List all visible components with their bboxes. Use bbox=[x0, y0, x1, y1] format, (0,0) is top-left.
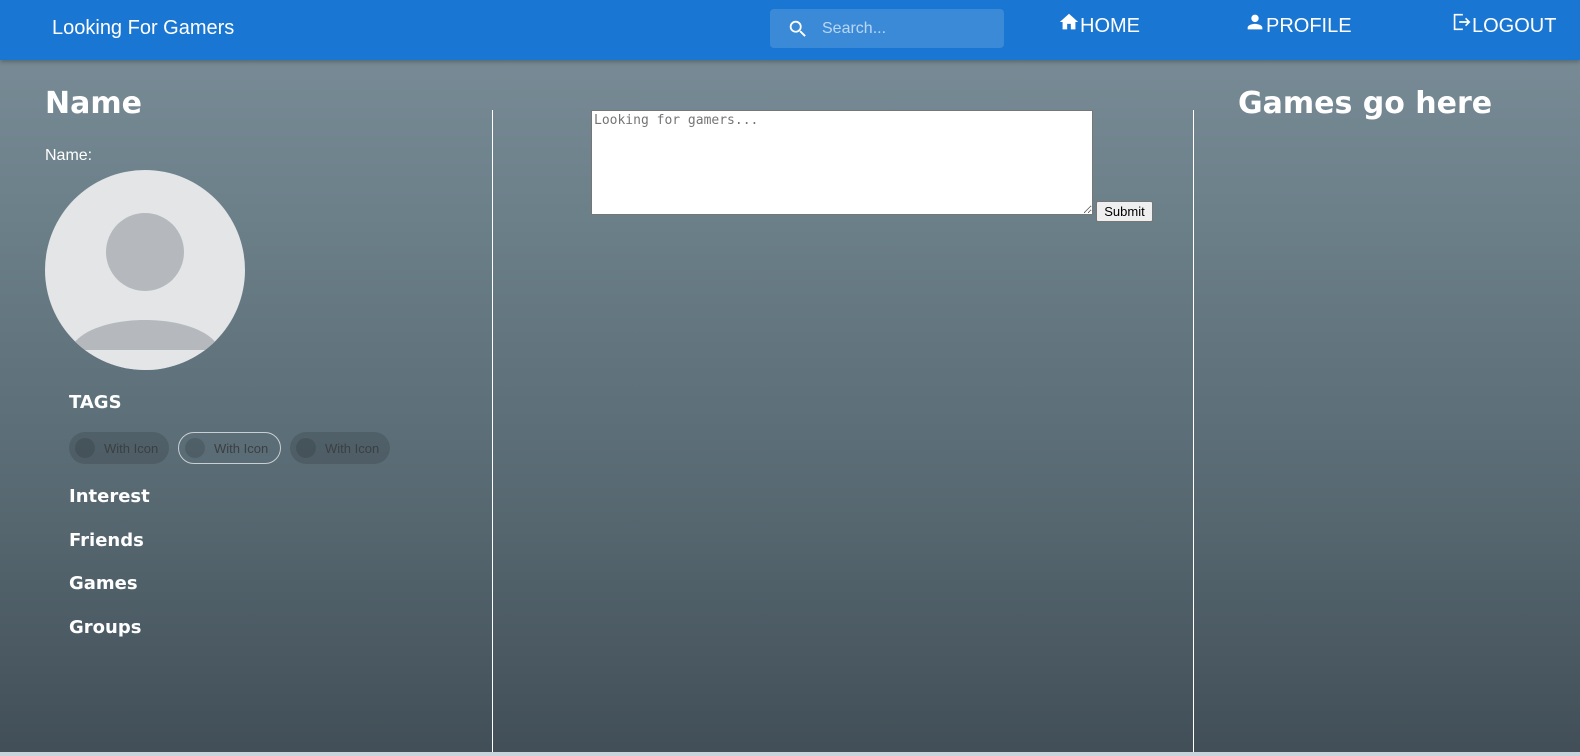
search-input[interactable] bbox=[820, 18, 1004, 39]
tag-chip[interactable]: With Icon bbox=[178, 432, 281, 464]
section-interest: Interest bbox=[69, 486, 150, 507]
games-heading: Games go here bbox=[1238, 86, 1493, 121]
logout-icon bbox=[1453, 13, 1471, 31]
nav-home-label: HOME bbox=[1080, 15, 1140, 37]
tags-title: TAGS bbox=[69, 392, 122, 413]
tag-chip[interactable]: With Icon bbox=[69, 432, 169, 464]
default-avatar-icon bbox=[45, 213, 245, 370]
tag-chip-label: With Icon bbox=[325, 440, 380, 456]
nav-logout-label: LOGOUT bbox=[1472, 15, 1557, 37]
page-bottom-edge bbox=[0, 752, 1580, 756]
tag-chip[interactable]: With Icon bbox=[290, 432, 390, 464]
chip-avatar-icon bbox=[296, 438, 316, 458]
profile-heading: Name bbox=[45, 86, 142, 121]
name-label: Name: bbox=[45, 147, 93, 164]
section-games: Games bbox=[69, 573, 138, 594]
chip-avatar-icon bbox=[185, 438, 205, 458]
nav-profile-button[interactable]: PROFILE bbox=[1244, 12, 1352, 42]
avatar bbox=[45, 170, 245, 370]
nav-logout-button[interactable]: LOGOUT bbox=[1450, 12, 1556, 42]
section-groups: Groups bbox=[69, 617, 142, 638]
post-textarea[interactable] bbox=[591, 110, 1093, 215]
home-icon bbox=[1059, 13, 1079, 30]
section-friends: Friends bbox=[69, 530, 144, 551]
search-box[interactable] bbox=[770, 9, 1004, 48]
nav-profile-label: PROFILE bbox=[1266, 15, 1352, 37]
nav-home-button[interactable]: HOME bbox=[1058, 12, 1140, 42]
app-title: Looking For Gamers bbox=[52, 17, 235, 39]
search-icon bbox=[787, 18, 809, 40]
tag-chip-label: With Icon bbox=[214, 440, 269, 456]
right-divider bbox=[1193, 110, 1194, 756]
app-bar: Looking For Gamers HOME PROFILE LOGOUT bbox=[0, 0, 1580, 60]
left-divider bbox=[492, 110, 493, 756]
submit-button[interactable]: Submit bbox=[1096, 201, 1153, 222]
tag-chip-label: With Icon bbox=[104, 440, 159, 456]
chip-avatar-icon bbox=[75, 438, 95, 458]
person-icon bbox=[1247, 14, 1263, 30]
